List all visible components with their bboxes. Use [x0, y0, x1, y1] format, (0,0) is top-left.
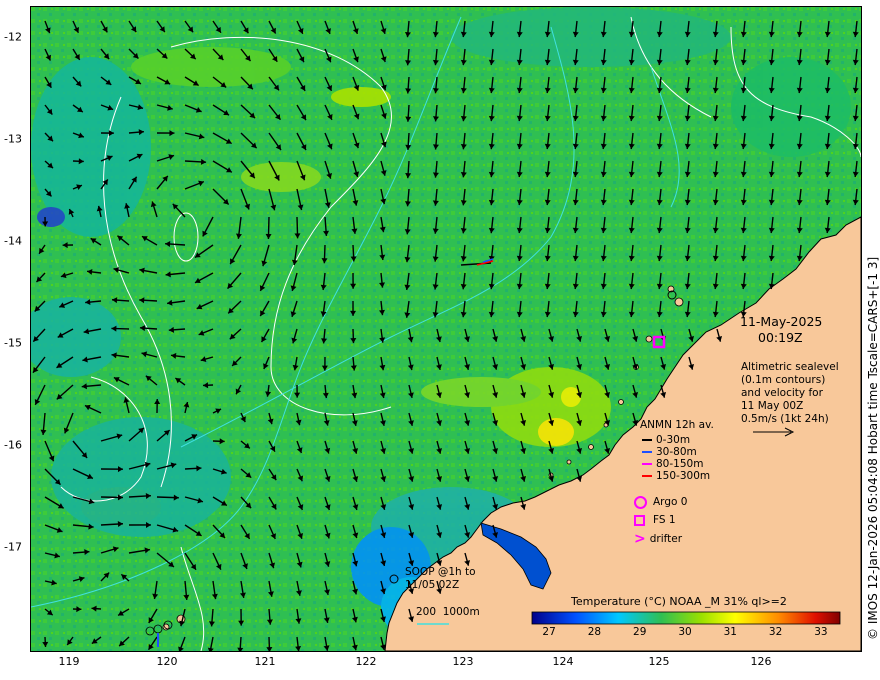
anmn-legend-label: 0-30m — [656, 434, 691, 446]
anmn-legend-row: 30-80m — [642, 446, 714, 458]
chevron-icon: > — [634, 531, 646, 547]
anmn-legend-label: 30-80m — [656, 446, 697, 458]
time-label: 00:19Z — [758, 330, 803, 345]
x-tick-label: 124 — [552, 655, 574, 668]
fs-legend: FS 1 — [634, 510, 687, 530]
y-tick-label: -16 — [4, 438, 22, 452]
colorbar — [531, 611, 841, 625]
anmn-legend-row: 80-150m — [642, 458, 714, 470]
x-tick-label: 122 — [355, 655, 377, 668]
arrow-icon — [642, 451, 652, 453]
map-panel — [30, 6, 862, 652]
side-credit: © IMOS 12-Jan-2026 05:04:08 Hobart time … — [866, 256, 880, 640]
isobath-label: 200 1000m — [416, 606, 480, 618]
symbol-legend: Argo 0 FS 1 > drifter — [634, 494, 687, 548]
x-tick-label: 119 — [58, 655, 80, 668]
argo-legend: Argo 0 — [634, 494, 687, 510]
altimetry-note: Altimetric sealevel (0.1m contours) and … — [741, 361, 839, 412]
date-label: 11-May-2025 — [740, 314, 823, 329]
colorbar-tick-label: 30 — [678, 626, 692, 638]
square-icon — [634, 514, 645, 526]
arrow-icon — [642, 463, 652, 465]
x-tick-label: 121 — [254, 655, 276, 668]
soop-note: SOOP @1h to 11/05 02Z — [405, 566, 476, 591]
anmn-legend-row: 0-30m — [642, 434, 714, 446]
argo-label: Argo 0 — [653, 496, 688, 508]
anmn-title: ANMN 12h av. — [640, 419, 714, 431]
y-tick-label: -17 — [4, 540, 22, 554]
anmn-legend: ANMN 12h av. 0-30m 30-80m 80-150m 150-300m — [640, 419, 714, 482]
x-tick-label: 125 — [648, 655, 670, 668]
anmn-legend-label: 80-150m — [656, 458, 704, 470]
colorbar-tick-label: 27 — [542, 626, 556, 638]
arrow-icon — [642, 439, 652, 441]
colorbar-tick-label: 32 — [768, 626, 783, 638]
colorbar-title: Temperature (°C) NOAA _M 31% ql>=2 — [571, 595, 787, 608]
x-tick-label: 120 — [156, 655, 178, 668]
circle-icon — [634, 495, 647, 509]
colorbar-tick-label: 29 — [633, 626, 647, 638]
scale-arrow-label: 0.5m/s (1kt 24h) — [741, 413, 829, 425]
y-tick-label: -15 — [4, 336, 22, 350]
y-tick-label: -12 — [4, 30, 22, 44]
drifter-label: drifter — [649, 533, 683, 545]
fs-label: FS 1 — [653, 514, 676, 526]
colorbar-tick-label: 33 — [814, 626, 828, 638]
y-tick-label: -14 — [4, 234, 22, 248]
y-tick-label: -13 — [4, 132, 22, 146]
anmn-legend-label: 150-300m — [656, 470, 711, 482]
arrow-icon — [642, 475, 652, 477]
colorbar-tick-label: 28 — [587, 626, 602, 638]
colorbar-tick-label: 31 — [723, 626, 737, 638]
x-tick-label: 123 — [452, 655, 474, 668]
map-canvas — [31, 7, 861, 651]
x-tick-label: 126 — [750, 655, 772, 668]
anmn-legend-row: 150-300m — [642, 470, 714, 482]
drifter-legend: > drifter — [634, 530, 687, 548]
